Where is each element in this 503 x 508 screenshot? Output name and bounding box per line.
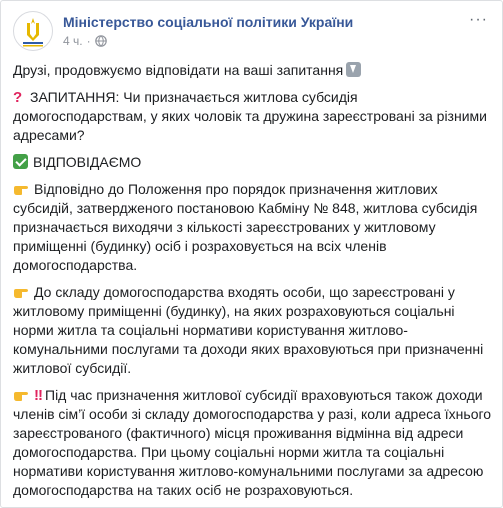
check-mark-icon (13, 154, 28, 169)
answer-heading-text: ВІДПОВІДАЄМО (33, 154, 142, 170)
emblem-graphic (15, 13, 51, 49)
globe-icon[interactable] (94, 35, 107, 47)
point-3-text: Під час призначення житлової субсидії вр… (13, 387, 492, 498)
post-meta: 4 ч. · (63, 34, 107, 48)
double-exclamation-icon: !! (34, 387, 43, 404)
page-name-link[interactable]: Міністерство соціальної політики України (63, 14, 353, 30)
facebook-post: Міністерство соціальної політики України… (0, 0, 503, 508)
down-arrow-emoji-icon (346, 62, 362, 77)
ministry-emblem-icon[interactable] (13, 11, 53, 51)
post-body: Друзі, продовжуємо відповідати на ваші з… (13, 61, 492, 507)
post-header: Міністерство соціальної політики України… (13, 9, 490, 57)
post-point-3: !! Під час призначення житлової субсидії … (13, 386, 492, 500)
question-text: ЗАПИТАННЯ: Чи призначається житлова субс… (13, 89, 487, 143)
post-answer-heading: ВІДПОВІДАЄМО (13, 153, 492, 172)
pointing-hand-icon (14, 186, 28, 195)
intro-text: Друзі, продовжуємо відповідати на ваші з… (13, 62, 344, 78)
meta-separator: · (86, 34, 91, 48)
post-question: ? ЗАПИТАННЯ: Чи призначається житлова суб… (13, 88, 492, 145)
point-2-text: До складу домогосподарства входять особи… (13, 284, 484, 376)
more-options-button[interactable]: ··· (469, 12, 488, 28)
post-point-1: Відповідно до Положення про порядок приз… (13, 180, 492, 275)
post-timestamp[interactable]: 4 ч. (63, 34, 83, 48)
pointing-hand-icon (14, 392, 28, 401)
post-intro: Друзі, продовжуємо відповідати на ваші з… (13, 61, 492, 80)
red-question-mark-icon: ? (13, 89, 23, 106)
post-point-2: До складу домогосподарства входять особи… (13, 283, 492, 378)
pointing-hand-icon (14, 289, 28, 298)
point-1-text: Відповідно до Положення про порядок приз… (13, 181, 478, 273)
